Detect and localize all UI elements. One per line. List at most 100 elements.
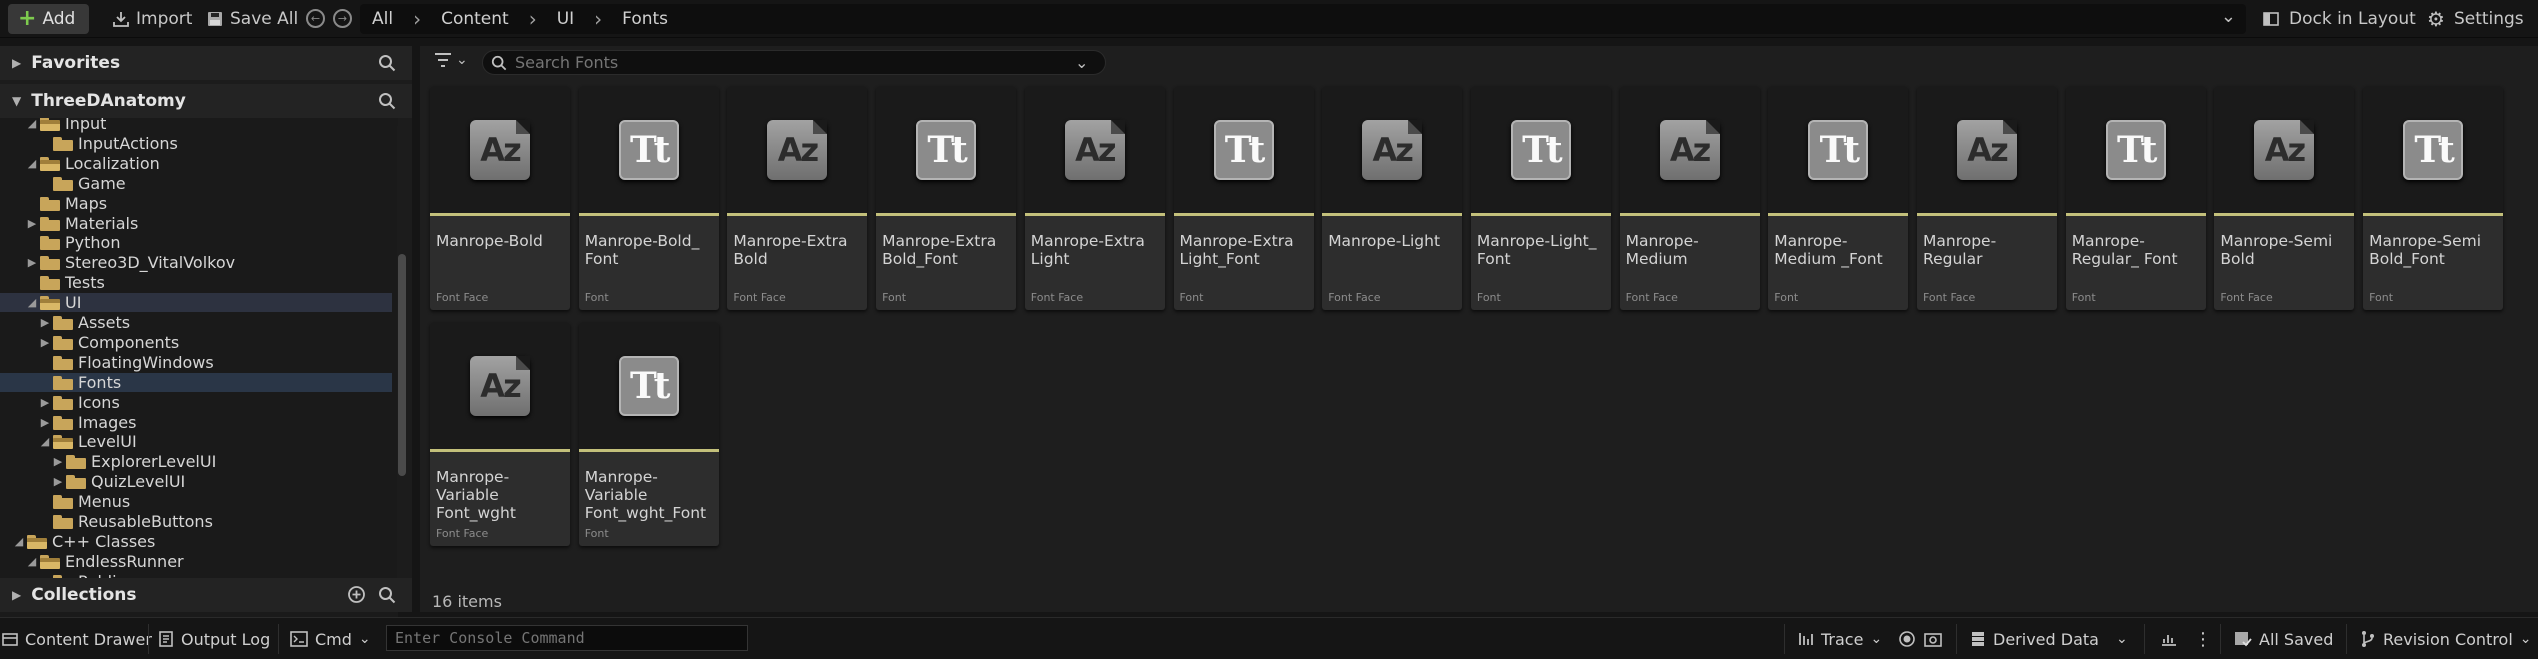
- caret-right-icon[interactable]: ▶: [51, 455, 65, 468]
- folder-icon: [52, 415, 74, 430]
- add-button[interactable]: + Add: [8, 4, 90, 34]
- record-icon[interactable]: [1898, 626, 1916, 652]
- asset-tile[interactable]: Tt Manrope-Bold_ Font Font: [578, 86, 719, 310]
- derived-data-dropdown[interactable]: Derived Data ⌄: [1970, 626, 2128, 652]
- cmd-label: Cmd: [315, 629, 352, 649]
- caret-down-icon[interactable]: ◢: [25, 118, 39, 130]
- caret-down-icon[interactable]: ▼: [12, 94, 21, 108]
- tree-scrollbar[interactable]: [397, 126, 407, 612]
- tree-item[interactable]: Python: [0, 233, 392, 252]
- project-header[interactable]: ▼ ThreeDAnatomy: [0, 84, 412, 118]
- asset-tile[interactable]: Az Manrope-Variable Font_wght Font Face: [430, 322, 570, 546]
- tree-item[interactable]: ◢ C++ Classes: [0, 532, 392, 551]
- collections-header[interactable]: ▶ Collections: [0, 578, 412, 612]
- dock-in-layout-button[interactable]: Dock in Layout: [2262, 4, 2416, 34]
- tree-item[interactable]: ▶ Icons: [0, 393, 392, 412]
- revision-control-dropdown[interactable]: Revision Control ⌄: [2360, 626, 2532, 652]
- tree-item[interactable]: ◢ Input: [0, 118, 392, 133]
- caret-right-icon[interactable]: ▶: [38, 416, 52, 429]
- caret-down-icon[interactable]: ◢: [25, 296, 39, 309]
- caret-down-icon[interactable]: ◢: [12, 535, 26, 548]
- all-saved-label: All Saved: [2259, 629, 2334, 649]
- screenshot-icon[interactable]: [1924, 626, 1942, 652]
- chevron-right-icon[interactable]: ›: [594, 7, 602, 31]
- chevron-right-icon[interactable]: ›: [413, 7, 421, 31]
- scrollbar-thumb[interactable]: [398, 254, 406, 476]
- search-input[interactable]: [515, 53, 1075, 72]
- caret-right-icon[interactable]: ▶: [51, 475, 65, 488]
- content-drawer-button[interactable]: Content Drawer: [2, 626, 152, 652]
- tree-item[interactable]: Game: [0, 174, 392, 193]
- caret-down-icon[interactable]: ◢: [25, 157, 39, 170]
- tree-item[interactable]: Maps: [0, 194, 392, 213]
- tree-item[interactable]: FloatingWindows: [0, 353, 392, 372]
- caret-down-icon[interactable]: ◢: [25, 555, 39, 568]
- caret-right-icon[interactable]: ▶: [12, 56, 21, 70]
- search-icon[interactable]: [378, 54, 396, 77]
- caret-right-icon[interactable]: ▶: [25, 256, 39, 269]
- tree-item[interactable]: ◢ LevelUI: [0, 432, 392, 451]
- asset-tile[interactable]: Tt Manrope-Light_ Font Font: [1470, 86, 1611, 310]
- asset-tile[interactable]: Tt Manrope-Extra Light_Font Font: [1173, 86, 1314, 310]
- breadcrumb-all[interactable]: All: [372, 9, 393, 29]
- tree-item[interactable]: ▶ Components: [0, 333, 392, 352]
- caret-right-icon[interactable]: ▶: [38, 316, 52, 329]
- asset-tile[interactable]: Tt Manrope-Semi Bold_Font Font: [2363, 86, 2504, 310]
- asset-tile[interactable]: Tt Manrope-Extra Bold_Font Font: [876, 86, 1017, 310]
- all-saved-button[interactable]: All Saved: [2234, 626, 2333, 652]
- tree-item[interactable]: Tests: [0, 273, 392, 292]
- tree-item[interactable]: Menus: [0, 492, 392, 511]
- tree-item[interactable]: ◢ EndlessRunner: [0, 552, 392, 571]
- tree-item[interactable]: ReusableButtons: [0, 512, 392, 531]
- asset-tile[interactable]: Az Manrope-Semi Bold Font Face: [2214, 86, 2355, 310]
- tree-item[interactable]: ▶ Assets: [0, 313, 392, 332]
- more-options-icon[interactable]: ⋮: [2194, 626, 2212, 652]
- asset-tile[interactable]: Tt Manrope-Regular_ Font Font: [2065, 86, 2206, 310]
- breadcrumb-fonts[interactable]: Fonts: [622, 9, 668, 29]
- tree-item[interactable]: Fonts: [0, 372, 392, 392]
- filter-button[interactable]: ⌄: [434, 52, 468, 68]
- tree-item[interactable]: InputActions: [0, 134, 392, 153]
- output-log-button[interactable]: Output Log: [158, 626, 270, 652]
- caret-right-icon[interactable]: ▶: [38, 396, 52, 409]
- add-collection-icon[interactable]: [347, 585, 366, 609]
- asset-tile[interactable]: Az Manrope-Regular Font Face: [1917, 86, 2057, 310]
- asset-tile[interactable]: Az Manrope-Light Font Face: [1322, 86, 1463, 310]
- tree-item[interactable]: ▶ ExplorerLevelUI: [0, 452, 392, 471]
- caret-right-icon[interactable]: ▶: [38, 336, 52, 349]
- back-icon[interactable]: ←: [306, 9, 325, 28]
- chevron-down-icon[interactable]: ⌄: [1075, 53, 1088, 72]
- caret-right-icon[interactable]: ▶: [25, 217, 39, 230]
- asset-tile[interactable]: Az Manrope-Extra Bold Font Face: [727, 86, 868, 310]
- asset-tile[interactable]: Tt Manrope-Variable Font_wght_Font Font: [578, 322, 719, 546]
- search-icon[interactable]: [378, 586, 396, 609]
- tree-item[interactable]: ▶ Materials: [0, 214, 392, 233]
- asset-tile[interactable]: Az Manrope-Bold Font Face: [430, 86, 570, 310]
- stats-icon[interactable]: [2160, 626, 2178, 652]
- breadcrumb-ui[interactable]: UI: [557, 9, 574, 29]
- chevron-right-icon[interactable]: ›: [529, 7, 537, 31]
- items-count: 16 items: [432, 592, 502, 611]
- save-all-button[interactable]: Save All: [198, 4, 306, 34]
- trace-dropdown[interactable]: Trace ⌄: [1798, 626, 1882, 652]
- favorites-header[interactable]: ▶ Favorites: [0, 46, 412, 80]
- tree-item[interactable]: ◢ UI: [0, 293, 392, 313]
- tree-item[interactable]: ◢ Localization: [0, 154, 392, 173]
- settings-button[interactable]: ⚙ Settings: [2427, 4, 2524, 34]
- import-button[interactable]: Import: [104, 4, 200, 34]
- cmd-dropdown[interactable]: Cmd ⌄: [290, 626, 371, 652]
- search-icon[interactable]: [378, 92, 396, 115]
- asset-tile[interactable]: Tt Manrope-Medium _Font Font: [1768, 86, 1909, 310]
- chevron-down-icon[interactable]: ⌄: [2221, 6, 2236, 27]
- caret-down-icon[interactable]: ◢: [38, 435, 52, 448]
- caret-right-icon[interactable]: ▶: [12, 588, 21, 602]
- tree-item[interactable]: ▶ QuizLevelUI: [0, 472, 392, 491]
- console-input[interactable]: [395, 629, 735, 647]
- breadcrumb-content[interactable]: Content: [441, 9, 509, 29]
- asset-tile[interactable]: Az Manrope-Extra Light Font Face: [1024, 86, 1165, 310]
- tree-item[interactable]: ▶ Images: [0, 413, 392, 432]
- tree-item[interactable]: ▶ Stereo3D_VitalVolkov: [0, 253, 392, 272]
- forward-icon[interactable]: →: [333, 9, 352, 28]
- tree-item-label: Components: [78, 332, 180, 352]
- asset-tile[interactable]: Az Manrope-Medium Font Face: [1619, 86, 1760, 310]
